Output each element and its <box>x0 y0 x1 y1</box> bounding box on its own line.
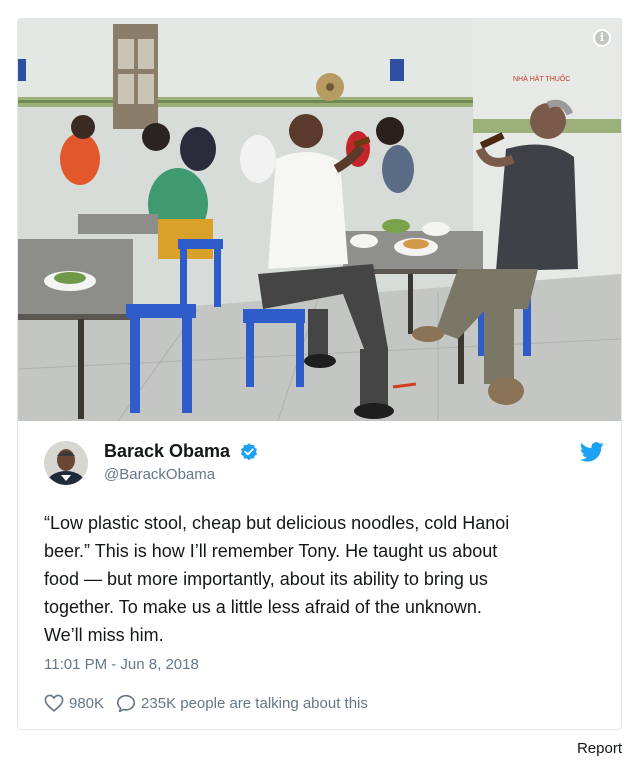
like-count: 980K <box>69 694 105 712</box>
reply-button[interactable]: 235K people are talking about this <box>116 694 368 713</box>
tweet-text-line: beer.” This is how I’ll remember Tony. H… <box>44 541 498 561</box>
tweet-text-line: together. To make us a little less afrai… <box>44 597 482 617</box>
verified-badge-icon <box>240 442 257 460</box>
restaurant-scene-image: NHÀ HÀT THUỐC <box>18 19 621 421</box>
display-name[interactable]: Barack Obama <box>104 441 230 462</box>
tweet-text-line: We’ll miss him. <box>44 625 164 645</box>
tweet-actions: 980K 235K people are talking about this <box>44 690 380 716</box>
like-button[interactable]: 980K <box>44 694 104 712</box>
speech-bubble-icon <box>116 694 136 712</box>
profile-photo-icon <box>44 441 88 485</box>
conversation-count: 235K people are talking about this <box>141 694 368 712</box>
embedded-tweet-card: NHÀ HÀT THUỐC i Barack Obama @BarackObam… <box>17 18 622 730</box>
tweet-header: Barack Obama @BarackObama <box>44 439 604 489</box>
heart-icon <box>44 694 64 712</box>
twitter-bird-icon[interactable] <box>580 441 604 463</box>
report-link[interactable]: Report <box>577 740 622 757</box>
user-handle[interactable]: @BarackObama <box>104 466 259 483</box>
avatar[interactable] <box>44 441 88 485</box>
info-icon[interactable]: i <box>593 29 611 47</box>
user-identity: Barack Obama @BarackObama <box>104 441 259 483</box>
tweet-text-line: food — but more importantly, about its a… <box>44 569 488 589</box>
tweet-timestamp[interactable]: 11:01 PM - Jun 8, 2018 <box>44 656 199 673</box>
tweet-text-line: “Low plastic stool, cheap but delicious … <box>44 513 510 533</box>
tweet-photo[interactable]: NHÀ HÀT THUỐC i <box>18 19 621 421</box>
tweet-text: “Low plastic stool, cheap but delicious … <box>44 509 604 649</box>
